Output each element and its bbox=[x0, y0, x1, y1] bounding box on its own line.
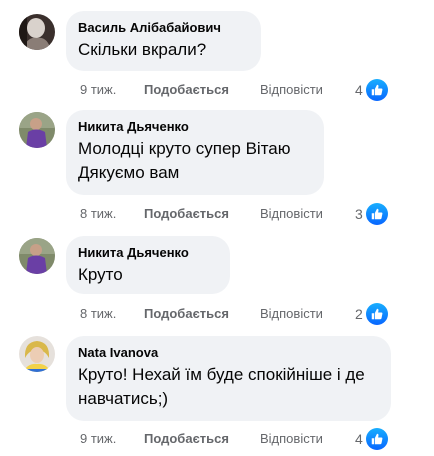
like-icon bbox=[365, 428, 388, 450]
comment-actions: 9 тиж. Подобається Відповісти bbox=[80, 431, 323, 447]
comment-time[interactable]: 9 тиж. bbox=[80, 431, 144, 447]
like-icon bbox=[365, 203, 388, 225]
reply-button[interactable]: Відповісти bbox=[260, 306, 323, 322]
like-icon bbox=[365, 79, 388, 101]
comment-bubble: Никита Дьяченко Круто bbox=[66, 236, 230, 294]
like-button[interactable]: Подобається bbox=[144, 431, 260, 447]
avatar[interactable] bbox=[19, 112, 55, 148]
reply-button[interactable]: Відповісти bbox=[260, 82, 323, 98]
comment-text: Скільки вкрали? bbox=[78, 40, 207, 59]
comment-author[interactable]: Никита Дьяченко bbox=[78, 118, 312, 135]
comment-time[interactable]: 8 тиж. bbox=[80, 206, 144, 222]
reaction-summary[interactable]: 4 bbox=[355, 428, 388, 450]
avatar[interactable] bbox=[19, 238, 55, 274]
comment-time[interactable]: 8 тиж. bbox=[80, 306, 144, 322]
like-button[interactable]: Подобається bbox=[144, 82, 260, 98]
like-icon bbox=[365, 303, 388, 325]
reply-button[interactable]: Відповісти bbox=[260, 206, 323, 222]
comment-actions: 8 тиж. Подобається Відповісти bbox=[80, 206, 323, 222]
comment-author[interactable]: Василь Алібабайович bbox=[78, 19, 249, 36]
reaction-count: 4 bbox=[355, 431, 363, 447]
reaction-count: 2 bbox=[355, 306, 363, 322]
like-button[interactable]: Подобається bbox=[144, 306, 260, 322]
comment-author[interactable]: Nata Ivanova bbox=[78, 344, 379, 361]
reaction-count: 3 bbox=[355, 206, 363, 222]
comment-bubble: Nata Ivanova Круто! Нехай їм буде спокій… bbox=[66, 336, 391, 421]
comment-actions: 8 тиж. Подобається Відповісти bbox=[80, 306, 323, 322]
reaction-summary[interactable]: 2 bbox=[355, 303, 388, 325]
comment-bubble: Василь Алібабайович Скільки вкрали? bbox=[66, 11, 261, 71]
reaction-count: 4 bbox=[355, 82, 363, 98]
avatar[interactable] bbox=[19, 14, 55, 50]
reaction-summary[interactable]: 4 bbox=[355, 79, 388, 101]
comment-actions: 9 тиж. Подобається Відповісти bbox=[80, 82, 323, 98]
comment-text: Круто! Нехай їм буде спокійніше і де нав… bbox=[78, 365, 365, 408]
avatar[interactable] bbox=[19, 336, 55, 372]
comment-text: Молодці круто супер Вітаю Дякуємо вам bbox=[78, 139, 291, 182]
comment-bubble: Никита Дьяченко Молодці круто супер Віта… bbox=[66, 110, 324, 195]
comment-time[interactable]: 9 тиж. bbox=[80, 82, 144, 98]
reply-button[interactable]: Відповісти bbox=[260, 431, 323, 447]
comment-text: Круто bbox=[78, 265, 123, 284]
comment-author[interactable]: Никита Дьяченко bbox=[78, 244, 218, 261]
reaction-summary[interactable]: 3 bbox=[355, 203, 388, 225]
like-button[interactable]: Подобається bbox=[144, 206, 260, 222]
